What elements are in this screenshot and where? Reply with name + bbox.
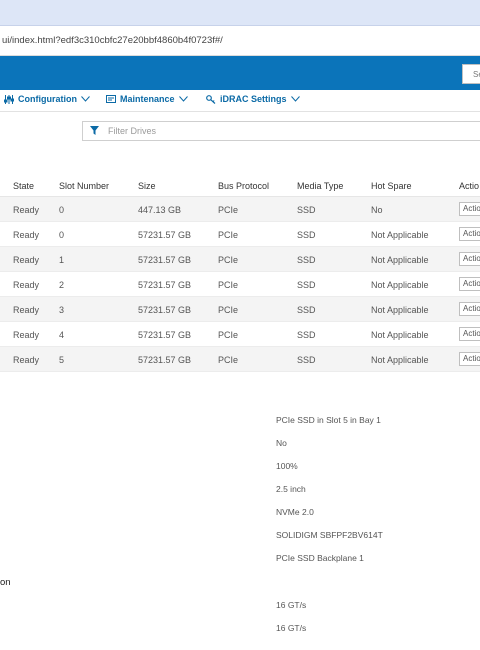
col-actions: Actio (459, 181, 480, 191)
col-bus-protocol[interactable]: Bus Protocol (218, 181, 269, 191)
search-placeholder: Se (473, 69, 480, 79)
cell-size: 57231.57 GB (138, 255, 192, 265)
main-menu-bar: Configuration Maintenance iDRAC Settings (0, 90, 480, 112)
detail-protocol-version: NVMe 2.0 (276, 507, 314, 517)
actions-dropdown[interactable]: Actio (459, 227, 480, 241)
cell-hot-spare: Not Applicable (371, 305, 429, 315)
cell-size: 57231.57 GB (138, 330, 192, 340)
table-row[interactable]: Ready 0 447.13 GB PCIe SSD No Actio (0, 197, 480, 222)
cell-hot-spare: Not Applicable (371, 230, 429, 240)
filter-drives-input[interactable]: Filter Drives (82, 121, 480, 141)
cell-size: 57231.57 GB (138, 355, 192, 365)
actions-dropdown[interactable]: Actio (459, 352, 480, 366)
detail-model: SOLIDIGM SBFPF2BV614T (276, 530, 383, 540)
sliders-icon (4, 94, 14, 104)
cell-slot: 1 (59, 255, 65, 265)
filter-placeholder: Filter Drives (108, 126, 157, 136)
cell-size: 57231.57 GB (138, 280, 192, 290)
cell-size: 447.13 GB (138, 205, 182, 215)
table-header: State Slot Number Size Bus Protocol Medi… (0, 173, 480, 197)
detail-endurance: 100% (276, 461, 298, 471)
col-media-type[interactable]: Media Type (297, 181, 343, 191)
cell-hot-spare: Not Applicable (371, 255, 429, 265)
detail-name: PCIe SSD in Slot 5 in Bay 1 (276, 415, 381, 425)
menu-maintenance-label: Maintenance (120, 94, 175, 104)
table-row[interactable]: Ready 3 57231.57 GB PCIe SSD Not Applica… (0, 297, 480, 322)
browser-tab-strip (0, 0, 480, 26)
detail-hot-spare: No (276, 438, 287, 448)
cell-state: Ready (13, 330, 40, 340)
cell-media: SSD (297, 230, 316, 240)
actions-dropdown[interactable]: Actio (459, 202, 480, 216)
cell-bus: PCIe (218, 205, 239, 215)
cell-state: Ready (13, 355, 40, 365)
actions-dropdown[interactable]: Actio (459, 302, 480, 316)
cell-slot: 0 (59, 230, 65, 240)
menu-configuration[interactable]: Configuration (4, 94, 90, 104)
cell-state: Ready (13, 230, 40, 240)
drives-table: State Slot Number Size Bus Protocol Medi… (0, 173, 480, 372)
cell-bus: PCIe (218, 230, 239, 240)
menu-configuration-label: Configuration (18, 94, 77, 104)
maintenance-icon (106, 94, 116, 104)
cell-bus: PCIe (218, 255, 239, 265)
cell-media: SSD (297, 280, 316, 290)
table-row[interactable]: Ready 0 57231.57 GB PCIe SSD Not Applica… (0, 222, 480, 247)
col-size[interactable]: Size (138, 181, 156, 191)
cell-state: Ready (13, 255, 40, 265)
cell-slot: 3 (59, 305, 65, 315)
menu-maintenance[interactable]: Maintenance (106, 94, 188, 104)
menu-idrac-settings-label: iDRAC Settings (220, 94, 287, 104)
cell-media: SSD (297, 255, 316, 265)
cell-hot-spare: Not Applicable (371, 355, 429, 365)
address-bar[interactable]: ui/index.html?edf3c310cbfc27e20bbf4860b4… (0, 26, 480, 56)
col-state[interactable]: State (13, 181, 34, 191)
chevron-down-icon (178, 96, 188, 102)
menu-idrac-settings[interactable]: iDRAC Settings (206, 94, 300, 104)
cell-hot-spare: Not Applicable (371, 330, 429, 340)
table-row[interactable]: Ready 1 57231.57 GB PCIe SSD Not Applica… (0, 247, 480, 272)
cell-media: SSD (297, 330, 316, 340)
filter-icon (90, 125, 99, 137)
cell-bus: PCIe (218, 305, 239, 315)
cell-state: Ready (13, 205, 40, 215)
section-heading: on (0, 577, 11, 588)
actions-dropdown[interactable]: Actio (459, 327, 480, 341)
detail-form-factor: 2.5 inch (276, 484, 306, 494)
col-slot-number[interactable]: Slot Number (59, 181, 109, 191)
cell-slot: 2 (59, 280, 65, 290)
cell-size: 57231.57 GB (138, 305, 192, 315)
chevron-down-icon (81, 96, 90, 102)
cell-bus: PCIe (218, 330, 239, 340)
key-icon (206, 94, 216, 104)
table-row[interactable]: Ready 5 57231.57 GB PCIe SSD Not Applica… (0, 347, 480, 372)
cell-bus: PCIe (218, 280, 239, 290)
actions-dropdown[interactable]: Actio (459, 252, 480, 266)
cell-media: SSD (297, 305, 316, 315)
cell-slot: 0 (59, 205, 65, 215)
cell-state: Ready (13, 305, 40, 315)
actions-dropdown[interactable]: Actio (459, 277, 480, 291)
cell-hot-spare: Not Applicable (371, 280, 429, 290)
cell-slot: 4 (59, 330, 65, 340)
cell-size: 57231.57 GB (138, 230, 192, 240)
cell-hot-spare: No (371, 205, 383, 215)
cell-state: Ready (13, 280, 40, 290)
detail-negotiated-link-speed: 16 GT/s (276, 623, 307, 633)
col-hot-spare[interactable]: Hot Spare (371, 181, 412, 191)
detail-capable-link-speed: 16 GT/s (276, 600, 307, 610)
table-row[interactable]: Ready 2 57231.57 GB PCIe SSD Not Applica… (0, 272, 480, 297)
cell-bus: PCIe (218, 355, 239, 365)
table-row[interactable]: Ready 4 57231.57 GB PCIe SSD Not Applica… (0, 322, 480, 347)
search-input[interactable]: Se (462, 64, 480, 84)
chevron-down-icon (290, 96, 300, 102)
detail-backplane: PCIe SSD Backplane 1 (276, 553, 364, 563)
app-header: Se (0, 56, 480, 90)
cell-media: SSD (297, 355, 316, 365)
url-text[interactable]: ui/index.html?edf3c310cbfc27e20bbf4860b4… (2, 35, 223, 46)
cell-slot: 5 (59, 355, 65, 365)
cell-media: SSD (297, 205, 316, 215)
